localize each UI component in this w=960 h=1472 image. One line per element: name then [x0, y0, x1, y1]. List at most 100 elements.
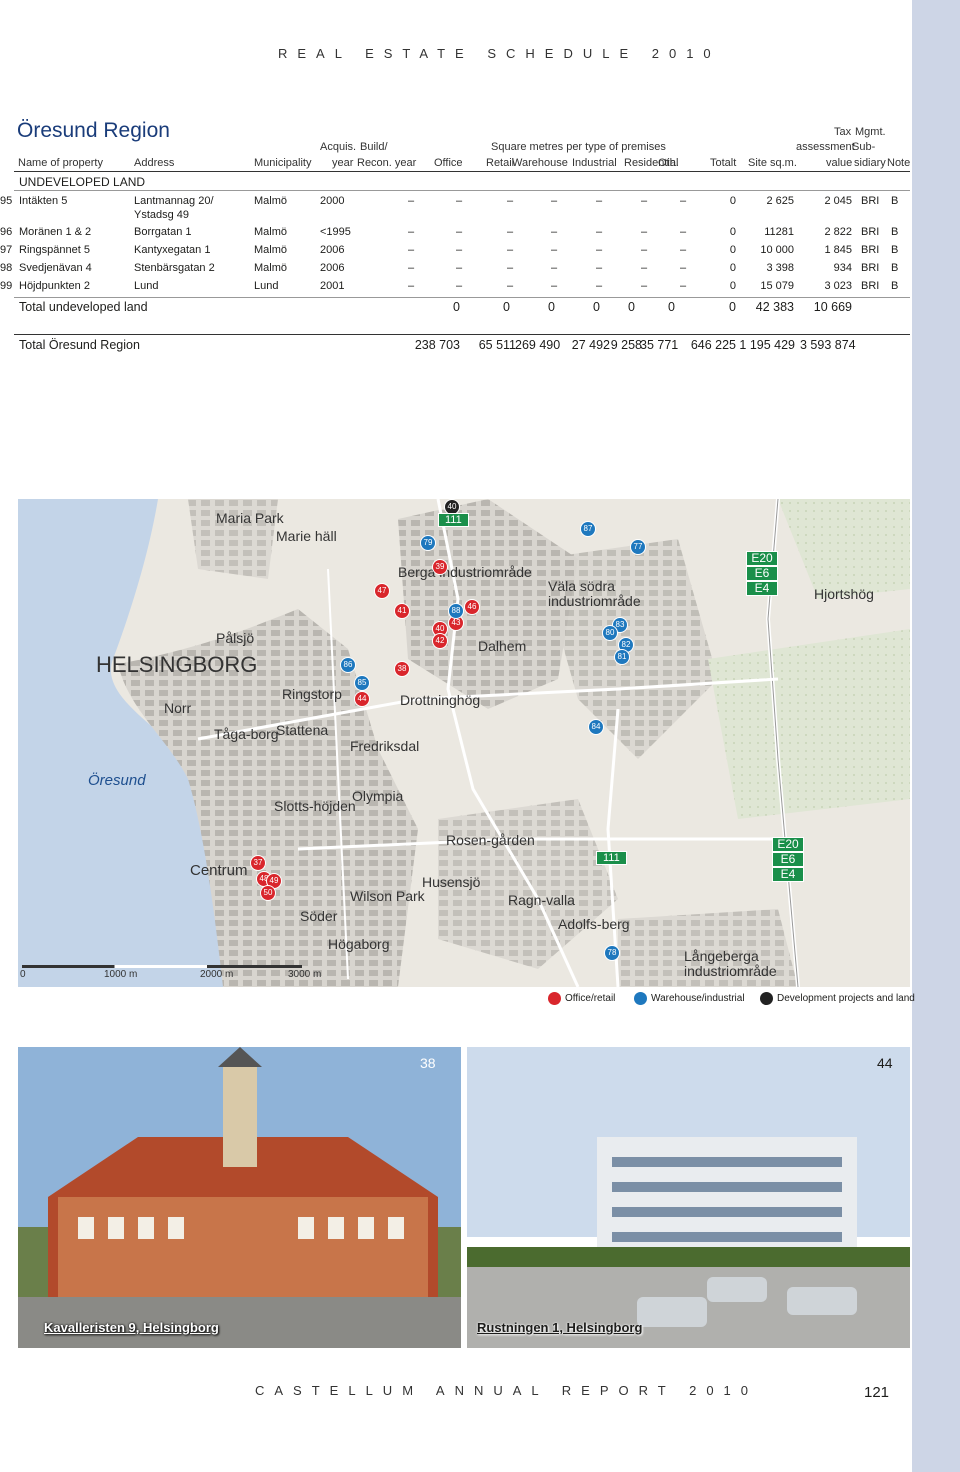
row-dash: – [596, 280, 603, 292]
map-marker: 46 [464, 599, 480, 615]
row-dash: – [551, 280, 558, 292]
map-marker: 38 [394, 661, 410, 677]
legend-item: Warehouse/industrial [634, 992, 745, 1005]
row-dash: – [408, 195, 415, 207]
row-dash: – [408, 226, 415, 238]
row-totalt: 0 [729, 226, 736, 238]
legend-label: Warehouse/industrial [651, 993, 745, 1004]
map-marker: 50 [260, 885, 276, 901]
row-number: 96 [0, 226, 13, 238]
col-address: Address [134, 157, 175, 169]
row-mgmt: BRI [861, 262, 880, 274]
map-place-label: Hjortshög [814, 586, 874, 602]
map-place-label: Norr [164, 700, 192, 716]
map-place-label: Stattena [276, 722, 329, 738]
map-marker: 44 [354, 691, 370, 707]
row-municipality: Malmö [254, 262, 288, 274]
row-mgmt: BRI [861, 280, 880, 292]
total-region-label: Total Öresund Region [19, 338, 140, 352]
photo-number-38: 38 [420, 1055, 436, 1071]
row-municipality: Malmö [254, 195, 288, 207]
row-tax: 3 023 [824, 280, 852, 292]
total_undeveloped-value: 10 669 [813, 300, 852, 314]
row-dash: – [596, 195, 603, 207]
legend-label: Office/retail [565, 993, 616, 1004]
row-address: Lantmannag 20/ [134, 195, 214, 207]
row-dash: – [408, 262, 415, 274]
row-acquis-year: 2001 [320, 280, 345, 292]
row-note: B [891, 244, 899, 256]
row-dash: – [641, 195, 648, 207]
photo-kavalleristen: 38 Kavalleristen 9, Helsingborg [18, 1047, 461, 1348]
map-place-label: HELSINGBORG [96, 652, 258, 677]
map-place-label: Berga industriområde [398, 564, 532, 580]
page-sidebar-band [912, 0, 960, 1472]
row-acquis-year: 2006 [320, 262, 345, 274]
map-place-label: Långeberga industriområde [684, 948, 777, 979]
scale-bar [22, 965, 302, 968]
photo-rustningen-image [467, 1047, 910, 1348]
header-rule [14, 171, 910, 172]
row-note: B [891, 226, 899, 238]
scale-label: 0 [20, 969, 26, 980]
total_region-value: 3 593 874 [800, 338, 856, 352]
map-place-label: Högaborg [328, 936, 390, 952]
col-totalt: Totalt [710, 157, 737, 169]
map-place-label: Drottninghög [400, 692, 481, 708]
map-place-label: Dalhem [478, 638, 527, 654]
total_undeveloped-value: 0 [628, 300, 635, 314]
row-mgmt: BRI [861, 244, 880, 256]
row-note: B [891, 262, 899, 274]
map-place-label: Olympia [352, 788, 404, 804]
map-marker: 87 [580, 521, 596, 537]
map-marker: 78 [604, 945, 620, 961]
e-route-shield: E6 [746, 566, 778, 581]
col-oth: Oth. [658, 157, 679, 169]
e-route-shield: E4 [772, 867, 804, 882]
col-tax-1: Tax [834, 126, 852, 138]
row-dash: – [507, 262, 514, 274]
row-municipality: Malmö [254, 244, 288, 256]
section-title: UNDEVELOPED LAND [19, 175, 146, 189]
row-site: 15 079 [760, 280, 794, 292]
map-place-label: Wilson Park [350, 888, 425, 904]
row-name: Ringspännet 5 [19, 244, 90, 256]
map-marker: 79 [420, 535, 436, 551]
page-header: REAL ESTATE SCHEDULE 2010 [278, 46, 721, 61]
map-marker: 86 [340, 657, 356, 673]
helsingborg-map: Maria Park Marie häll Berga industriområde… [18, 499, 910, 987]
scale-label: 1000 m [104, 969, 138, 980]
map-marker: 39 [432, 559, 448, 575]
row-acquis-year: <1995 [320, 226, 351, 238]
row-name: Intäkten 5 [19, 195, 68, 207]
row-tax: 2 045 [824, 195, 852, 207]
row-note: B [891, 195, 899, 207]
row-dash: – [641, 262, 648, 274]
total_region-value: 646 225 [690, 338, 736, 352]
col-sqm-group: Square metres per type of premises [491, 141, 666, 153]
row-number: 97 [0, 244, 13, 256]
row-dash: – [551, 262, 558, 274]
total_undeveloped-value: 0 [729, 300, 736, 314]
row-totalt: 0 [729, 244, 736, 256]
map-marker: 81 [614, 649, 630, 665]
map-place-label: Slotts-höjden [274, 798, 356, 814]
row-number: 98 [0, 262, 13, 274]
col-acquis-2: year [332, 157, 354, 169]
row-number: 95 [0, 195, 13, 207]
row-dash: – [680, 280, 687, 292]
map-place-label: Rosen-gården [446, 832, 535, 848]
total_region-value: 65 511 [478, 338, 516, 352]
row-acquis-year: 2000 [320, 195, 345, 207]
row-dash: – [551, 244, 558, 256]
row-address: Lund [134, 280, 159, 292]
row-dash: – [596, 244, 603, 256]
row-address: Borrgatan 1 [134, 226, 192, 238]
map-marker: 80 [602, 625, 618, 641]
row-totalt: 0 [729, 280, 736, 292]
row-dash: – [680, 195, 687, 207]
map-marker: 84 [588, 719, 604, 735]
row-name: Höjdpunkten 2 [19, 280, 90, 292]
map-place-label: Maria Park [216, 510, 284, 526]
map-place-label: Centrum [190, 862, 248, 879]
